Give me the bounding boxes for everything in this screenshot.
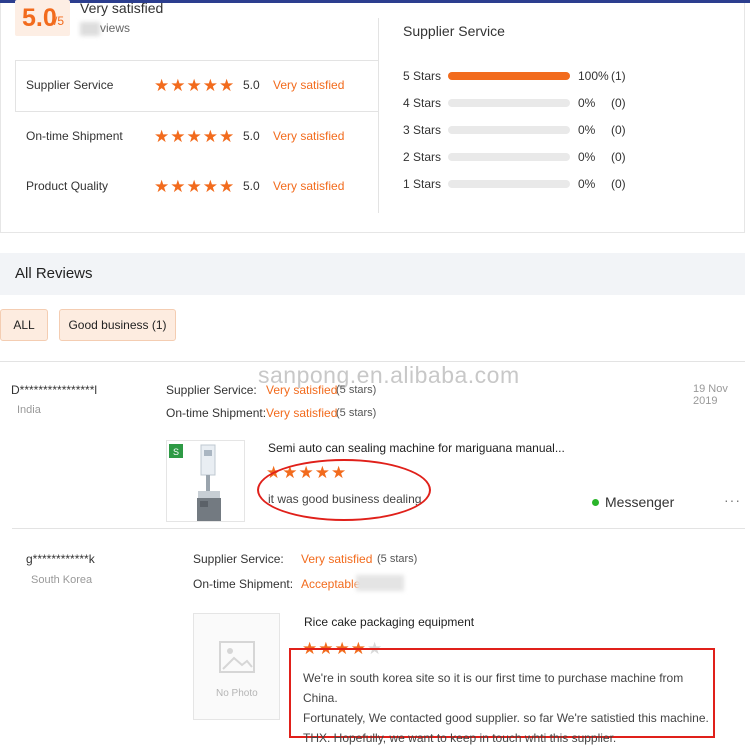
- supplier-service-label: Supplier Service:: [166, 383, 257, 397]
- metric-score: 5.0: [243, 129, 260, 143]
- review-date: 19 Nov 2019: [693, 383, 728, 407]
- metric-score: 5.0: [243, 179, 260, 193]
- metric-name: On-time Shipment: [26, 129, 123, 143]
- distribution-bar: [448, 126, 570, 134]
- review-text-line: We're in south korea site so it is our f…: [303, 671, 684, 705]
- online-status-icon: [592, 499, 599, 506]
- star-rating-icon: ★★★★★: [154, 127, 236, 146]
- review-text-line: THX. Hopefully, we want to keep in touch…: [303, 731, 617, 745]
- review-count-label: views: [100, 21, 131, 35]
- distribution-bar: [448, 99, 570, 107]
- metric-on-time-shipment: On-time Shipment ★★★★★ 5.0 Very satisfie…: [26, 127, 378, 147]
- highlight-ellipse: [257, 459, 431, 521]
- star-level-label: 2 Stars: [403, 150, 442, 164]
- distribution-row: 1 Stars 0% (0): [403, 176, 633, 192]
- no-photo-icon: [219, 641, 255, 673]
- supplier-service-label: Supplier Service:: [193, 552, 284, 566]
- distribution-row: 2 Stars 0% (0): [403, 149, 633, 165]
- overall-rating-label: Very satisfied: [80, 0, 164, 16]
- distribution-percent: 0%: [578, 177, 596, 191]
- star-rating-icon: ★★★★★: [154, 76, 236, 95]
- score-max: /5: [54, 14, 65, 28]
- metric-score: 5.0: [243, 78, 260, 92]
- divider: [12, 528, 745, 529]
- supplier-service-value: Very satisfied: [301, 552, 373, 566]
- distribution-bar-fill: [448, 72, 570, 80]
- overall-score: 5.0: [22, 4, 57, 32]
- review-count-redacted: [80, 22, 100, 36]
- star-level-label: 5 Stars: [403, 69, 442, 83]
- rating-summary-card: [0, 3, 745, 233]
- reviews-page: 5.0 /5 Very satisfied views Supplier Ser…: [0, 0, 750, 750]
- supplier-service-stars: (5 stars): [377, 553, 418, 565]
- shipment-label: On-time Shipment:: [193, 577, 294, 591]
- product-thumbnail[interactable]: S: [166, 440, 245, 522]
- product-title[interactable]: Rice cake packaging equipment: [304, 615, 474, 629]
- product-title[interactable]: Semi auto can sealing machine for marigu…: [268, 441, 565, 455]
- metric-label: Very satisfied: [273, 129, 345, 143]
- filter-all-button[interactable]: ALL: [0, 309, 48, 341]
- filter-good-business-button[interactable]: Good business (1): [59, 309, 176, 341]
- all-reviews-title: All Reviews: [15, 265, 93, 282]
- metric-supplier-service: Supplier Service ★★★★★ 5.0 Very satisfie…: [26, 76, 378, 96]
- star-level-label: 3 Stars: [403, 123, 442, 137]
- messenger-link[interactable]: Messenger: [605, 494, 674, 510]
- distribution-percent: 100%: [578, 69, 609, 83]
- star-rating-icon: ★★★★★: [154, 177, 236, 196]
- review-text-line: Fortunately, We contacted good supplier.…: [303, 711, 709, 725]
- shipment-value: Very satisfied: [266, 406, 338, 420]
- svg-text:S: S: [173, 447, 179, 457]
- metric-label: Very satisfied: [273, 78, 345, 92]
- distribution-count: (0): [611, 150, 626, 164]
- distribution-count: (0): [611, 177, 626, 191]
- distribution-count: (1): [611, 69, 626, 83]
- star-level-label: 4 Stars: [403, 96, 442, 110]
- distribution-percent: 0%: [578, 96, 596, 110]
- distribution-count: (0): [611, 96, 626, 110]
- reviewer-country: South Korea: [31, 574, 93, 586]
- all-reviews-header: [0, 253, 745, 295]
- distribution-count: (0): [611, 123, 626, 137]
- shipment-value: Acceptable: [301, 577, 361, 591]
- distribution-percent: 0%: [578, 123, 596, 137]
- distribution-row: 4 Stars 0% (0): [403, 95, 633, 111]
- metric-name: Product Quality: [26, 179, 109, 193]
- reviewer-name: D****************l: [11, 383, 98, 397]
- shipment-label: On-time Shipment:: [166, 406, 267, 420]
- sealing-machine-image: S: [169, 444, 221, 521]
- metric-product-quality: Product Quality ★★★★★ 5.0 Very satisfied: [26, 177, 378, 197]
- reviewer-name: g************k: [26, 552, 95, 566]
- no-photo-label: No Photo: [216, 688, 258, 699]
- distribution-bar: [448, 153, 570, 161]
- distribution-percent: 0%: [578, 150, 596, 164]
- distribution-row: 5 Stars 100% (1): [403, 68, 633, 84]
- supplier-service-value: Very satisfied: [266, 383, 338, 397]
- distribution-title: Supplier Service: [403, 23, 505, 39]
- product-thumbnail[interactable]: [193, 613, 280, 720]
- distribution-row: 3 Stars 0% (0): [403, 122, 633, 138]
- distribution-bar: [448, 180, 570, 188]
- summary-divider: [378, 18, 379, 213]
- more-options-icon[interactable]: ···: [724, 492, 741, 508]
- shipment-stars: (5 stars): [336, 407, 377, 419]
- metric-label: Very satisfied: [273, 179, 345, 193]
- redacted-area: [356, 575, 404, 591]
- star-level-label: 1 Stars: [403, 177, 442, 191]
- distribution-bar: [448, 72, 570, 80]
- review-text: We're in south korea site so it is our f…: [303, 668, 715, 748]
- supplier-service-stars: (5 stars): [336, 384, 377, 396]
- metric-name: Supplier Service: [26, 78, 114, 92]
- reviewer-country: India: [17, 404, 41, 416]
